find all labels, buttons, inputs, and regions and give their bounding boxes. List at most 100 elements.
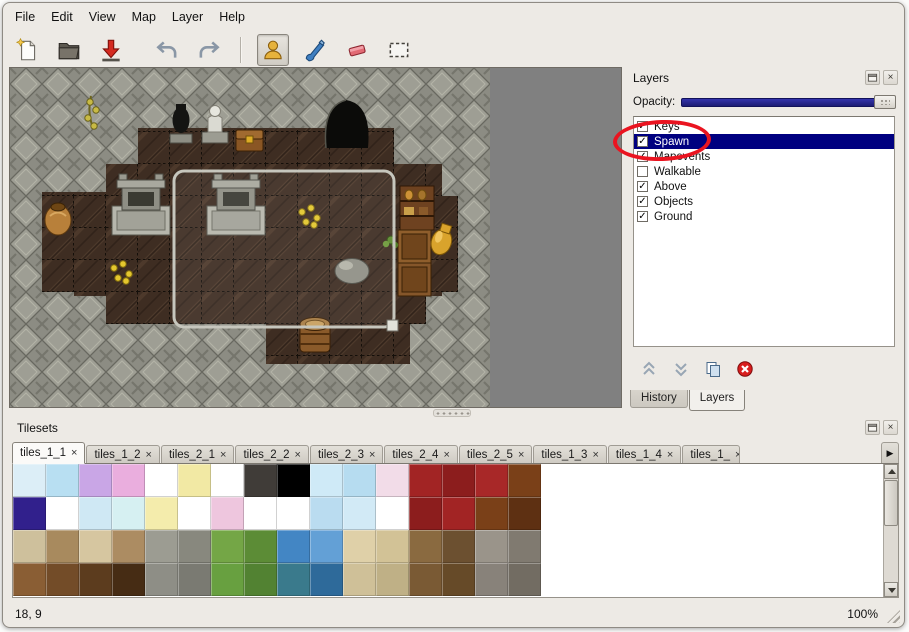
layer-checkbox[interactable]: ✓	[637, 121, 648, 132]
tile[interactable]	[442, 530, 475, 563]
tile[interactable]	[112, 497, 145, 530]
tile[interactable]	[376, 464, 409, 497]
layer-row-ground[interactable]: ✓ Ground	[634, 209, 894, 224]
layer-row-spawn[interactable]: ✓ Spawn	[634, 134, 894, 149]
map-viewport[interactable]	[9, 67, 622, 408]
tab-scroll-right-button[interactable]: ▶	[881, 442, 899, 464]
menu-help[interactable]: Help	[211, 7, 253, 27]
tile[interactable]	[145, 464, 178, 497]
tile[interactable]	[475, 563, 508, 596]
layer-row-above[interactable]: ✓ Above	[634, 179, 894, 194]
tile[interactable]	[475, 464, 508, 497]
tile[interactable]	[79, 563, 112, 596]
layer-checkbox[interactable]: ✓	[637, 196, 648, 207]
tile[interactable]	[277, 497, 310, 530]
tile[interactable]	[211, 563, 244, 596]
close-panel-button[interactable]: ×	[883, 70, 898, 85]
tile[interactable]	[343, 563, 376, 596]
map-canvas[interactable]	[10, 68, 490, 408]
tile[interactable]	[145, 563, 178, 596]
tileset-tab[interactable]: tiles_1_1 ×	[12, 442, 85, 464]
fill-tool-button[interactable]	[299, 34, 331, 66]
tileset-tab[interactable]: tiles_2_2 ×	[235, 445, 308, 464]
eraser-tool-button[interactable]	[341, 34, 373, 66]
layer-checkbox[interactable]: ✓	[637, 136, 648, 147]
tile[interactable]	[508, 563, 541, 596]
tile[interactable]	[244, 464, 277, 497]
tile[interactable]	[409, 497, 442, 530]
tab-close-icon[interactable]: ×	[443, 450, 449, 460]
tile[interactable]	[409, 530, 442, 563]
tile[interactable]	[178, 530, 211, 563]
tile[interactable]	[112, 530, 145, 563]
tab-close-icon[interactable]: ×	[295, 450, 301, 460]
menu-map[interactable]: Map	[124, 7, 164, 27]
tileset-tab[interactable]: tiles_1_4 ×	[608, 445, 681, 464]
layer-row-objects[interactable]: ✓ Objects	[634, 194, 894, 209]
tileset-tab[interactable]: tiles_2_1 ×	[161, 445, 234, 464]
tile[interactable]	[310, 464, 343, 497]
scroll-up-button[interactable]	[884, 464, 898, 479]
tile[interactable]	[409, 563, 442, 596]
delete-layer-button[interactable]	[733, 357, 757, 381]
selection-rectangle[interactable]	[174, 171, 394, 327]
tab-close-icon[interactable]: ×	[220, 450, 226, 460]
tile[interactable]	[112, 563, 145, 596]
selection-handle[interactable]	[387, 320, 398, 331]
tab-close-icon[interactable]: ×	[146, 450, 152, 460]
tab-close-icon[interactable]: ×	[71, 448, 77, 458]
tileset-scrollbar[interactable]	[883, 464, 898, 597]
tile[interactable]	[145, 530, 178, 563]
tile[interactable]	[79, 497, 112, 530]
tab-close-icon[interactable]: ×	[369, 450, 375, 460]
menu-file[interactable]: File	[7, 7, 43, 27]
menu-layer[interactable]: Layer	[164, 7, 211, 27]
tileset-view[interactable]	[12, 463, 899, 598]
lower-layer-button[interactable]	[669, 357, 693, 381]
tile[interactable]	[376, 530, 409, 563]
raise-layer-button[interactable]	[637, 357, 661, 381]
tab-close-icon[interactable]: ×	[735, 450, 740, 460]
layer-checkbox[interactable]: ✓	[637, 181, 648, 192]
new-map-button[interactable]	[11, 34, 43, 66]
tab-history[interactable]: History	[630, 390, 688, 408]
tile[interactable]	[442, 497, 475, 530]
tile[interactable]	[79, 464, 112, 497]
opacity-slider[interactable]	[681, 94, 896, 110]
tile[interactable]	[13, 530, 46, 563]
tile[interactable]	[343, 497, 376, 530]
tileset-tab[interactable]: tiles_2_5 ×	[459, 445, 532, 464]
tile[interactable]	[112, 464, 145, 497]
tab-close-icon[interactable]: ×	[518, 450, 524, 460]
tile[interactable]	[13, 563, 46, 596]
save-map-button[interactable]	[95, 34, 127, 66]
tile[interactable]	[46, 563, 79, 596]
tile[interactable]	[46, 497, 79, 530]
tileset-tab[interactable]: tiles_1_2 ×	[86, 445, 159, 464]
float-panel-button[interactable]	[865, 70, 880, 85]
tile[interactable]	[475, 497, 508, 530]
tile[interactable]	[277, 530, 310, 563]
tile[interactable]	[46, 464, 79, 497]
tile[interactable]	[145, 497, 178, 530]
tileset-tab[interactable]: tiles_2_3 ×	[310, 445, 383, 464]
tile[interactable]	[409, 464, 442, 497]
tab-close-icon[interactable]: ×	[592, 450, 598, 460]
tile[interactable]	[178, 464, 211, 497]
undo-button[interactable]	[151, 34, 183, 66]
layer-checkbox[interactable]: ✓	[637, 151, 648, 162]
scrollbar-thumb[interactable]	[884, 480, 898, 526]
tile[interactable]	[376, 497, 409, 530]
tile[interactable]	[310, 530, 343, 563]
tileset-tab[interactable]: tiles_1_ ×	[682, 445, 740, 464]
tab-layers[interactable]: Layers	[689, 390, 746, 411]
tile[interactable]	[310, 497, 343, 530]
menu-edit[interactable]: Edit	[43, 7, 81, 27]
tile[interactable]	[508, 530, 541, 563]
tab-close-icon[interactable]: ×	[667, 450, 673, 460]
resize-grip[interactable]	[887, 610, 900, 623]
tile[interactable]	[211, 497, 244, 530]
layer-row-keys[interactable]: ✓ Keys	[634, 119, 894, 134]
tile[interactable]	[277, 563, 310, 596]
duplicate-layer-button[interactable]	[701, 357, 725, 381]
